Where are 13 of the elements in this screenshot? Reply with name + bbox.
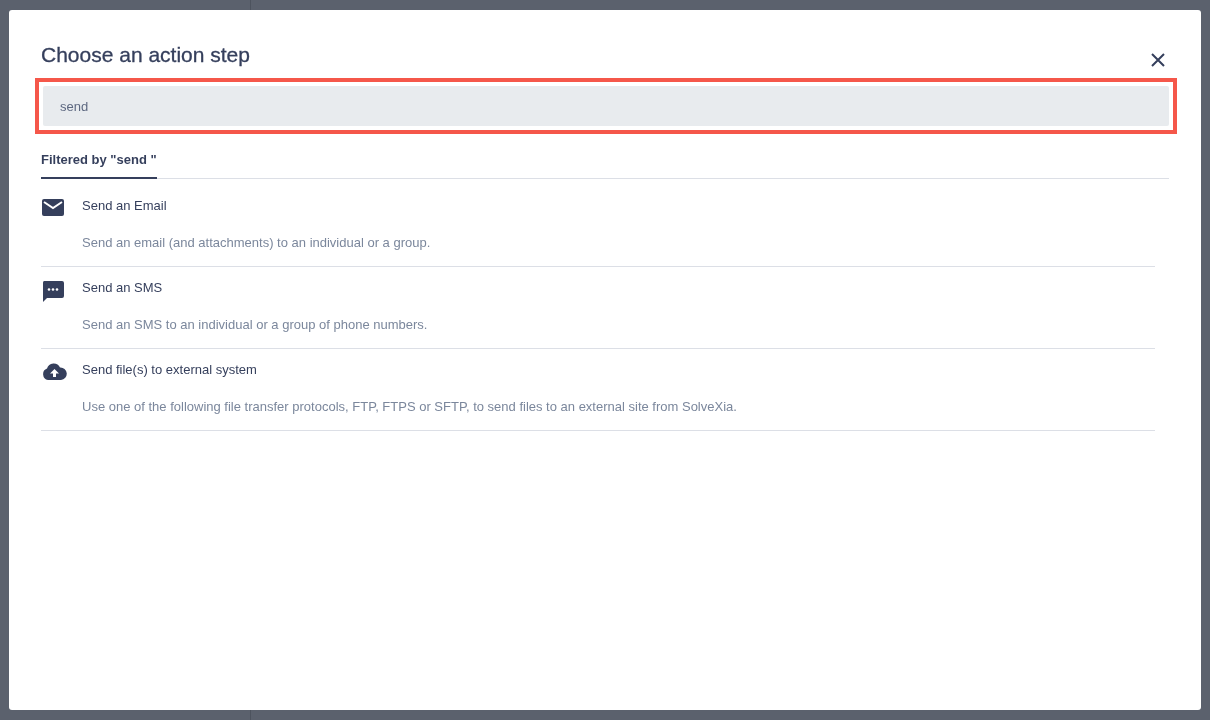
cloud-upload-icon — [42, 363, 67, 380]
dialog-title: Choose an action step — [41, 42, 250, 68]
search-field[interactable]: send — [43, 86, 1169, 126]
envelope-icon — [42, 199, 64, 216]
action-description: Send an SMS to an individual or a group of phone numbers. — [82, 316, 428, 334]
action-title[interactable]: Send an Email — [82, 197, 431, 215]
action-title[interactable]: Send an SMS — [82, 279, 428, 297]
action-title[interactable]: Send file(s) to external system — [82, 361, 737, 379]
filter-tab[interactable]: Filtered by "send " — [41, 152, 157, 179]
action-description: Send an email (and attachments) to an individual or a group. — [82, 234, 431, 252]
action-description: Use one of the following file transfer protocols, FTP, FTPS or SFTP, to send files to an external site from SolveXia. — [82, 398, 737, 416]
chat-bubble-icon — [42, 281, 64, 303]
close-icon[interactable] — [1149, 51, 1167, 69]
